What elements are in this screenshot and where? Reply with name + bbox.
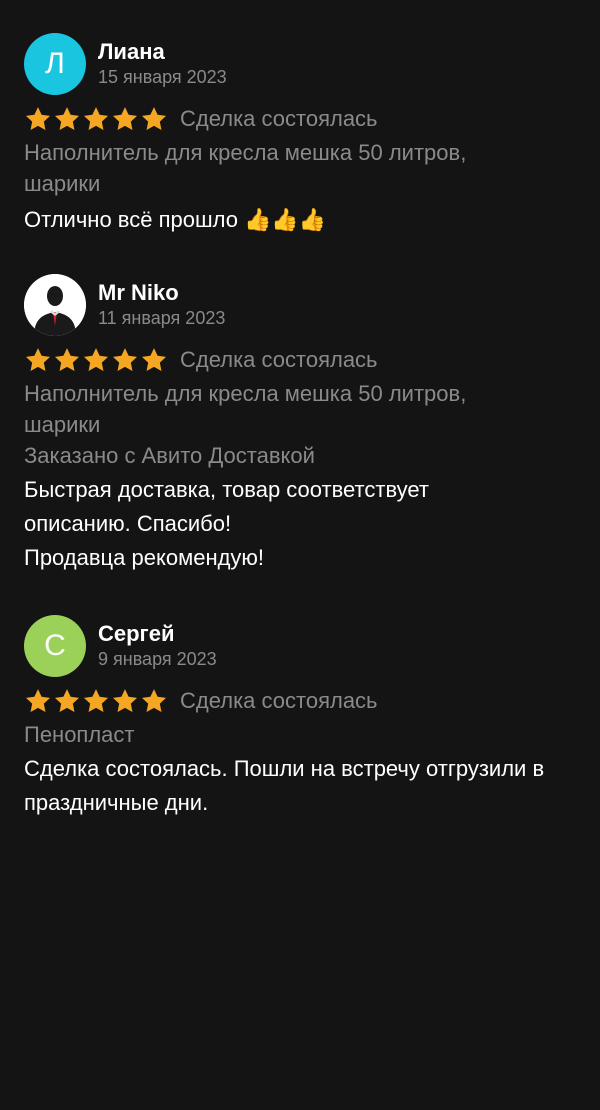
author-block: Сергей 9 января 2023: [98, 621, 217, 671]
deal-status: Сделка состоялась: [180, 688, 378, 713]
star-icon: [83, 348, 109, 371]
author-block: Mr Niko 11 января 2023: [98, 280, 225, 330]
author-name[interactable]: Сергей: [98, 621, 217, 647]
author-name[interactable]: Mr Niko: [98, 280, 225, 306]
avatar[interactable]: С: [24, 615, 86, 677]
delivery-note: Заказано с Авито Доставкой: [24, 443, 315, 468]
review-card: С Сергей 9 января 2023 Сделка состоялась…: [24, 615, 584, 820]
reviews-list: Л Лиана 15 января 2023 Сделка состоялась…: [0, 0, 600, 1110]
item-name: Наполнитель для кресла мешка 50 литров, …: [24, 381, 467, 437]
review-card: Mr Niko 11 января 2023 Сделка состоялась…: [24, 274, 584, 575]
star-icon: [141, 107, 167, 130]
star-icon: [54, 107, 80, 130]
avatar[interactable]: Л: [24, 33, 86, 95]
review-header: Mr Niko 11 января 2023: [24, 274, 584, 336]
deal-status: Сделка состоялась: [180, 106, 378, 131]
star-rating: [24, 105, 168, 133]
star-icon: [141, 689, 167, 712]
star-icon: [25, 107, 51, 130]
star-icon: [25, 689, 51, 712]
review-text: Сделка состоялась. Пошли на встречу отгр…: [24, 756, 545, 815]
rating-line: Сделка состоялась: [24, 342, 584, 378]
star-icon: [25, 348, 51, 371]
review-header: С Сергей 9 января 2023: [24, 615, 584, 677]
star-icon: [112, 348, 138, 371]
star-icon: [83, 107, 109, 130]
star-icon: [54, 689, 80, 712]
review-date: 11 января 2023: [98, 308, 226, 328]
review-header: Л Лиана 15 января 2023: [24, 33, 584, 95]
star-icon: [112, 689, 138, 712]
star-icon: [54, 348, 80, 371]
author-name[interactable]: Лиана: [98, 39, 227, 65]
review-text: Быстрая доставка, товар соответствует оп…: [24, 477, 430, 570]
star-rating: [24, 687, 168, 715]
star-icon: [83, 689, 109, 712]
star-icon: [112, 107, 138, 130]
author-block: Лиана 15 января 2023: [98, 39, 227, 89]
deal-status: Сделка состоялась: [180, 347, 378, 372]
star-rating: [24, 346, 168, 374]
review-date: 9 января 2023: [98, 649, 217, 669]
rating-line: Сделка состоялась: [24, 683, 584, 719]
review-text: Отлично всё прошло 👍👍👍: [24, 207, 327, 232]
review-card: Л Лиана 15 января 2023 Сделка состоялась…: [24, 33, 584, 237]
star-icon: [141, 348, 167, 371]
businessman-silhouette-icon: [24, 274, 86, 336]
item-name: Наполнитель для кресла мешка 50 литров, …: [24, 140, 467, 196]
rating-line: Сделка состоялась: [24, 101, 584, 137]
item-name: Пенопласт: [24, 722, 135, 747]
businessman-avatar-icon[interactable]: [24, 274, 86, 336]
review-date: 15 января 2023: [98, 67, 227, 87]
